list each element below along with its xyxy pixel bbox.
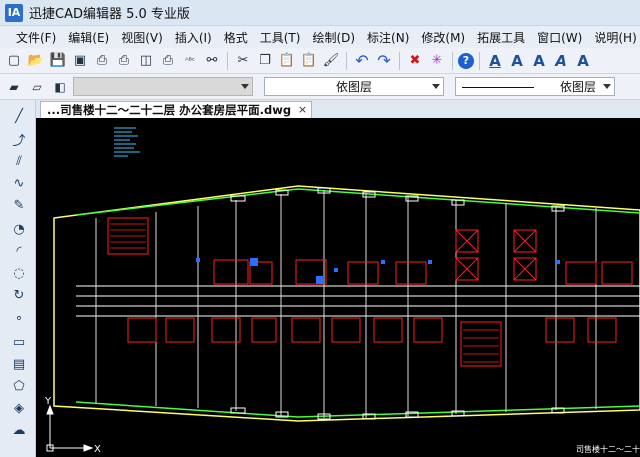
- layer-toolbar: ▰ ▱ ◧ 依图层 依图层: [0, 74, 640, 100]
- drawing-title: 司售楼十二～二十二层: [576, 444, 640, 454]
- chevron-down-icon: [603, 84, 611, 89]
- point-icon[interactable]: ∘: [8, 308, 30, 328]
- ucs-icon: [46, 404, 94, 452]
- document-tab[interactable]: ...司售楼十二～二十二层 办公套房层平面.dwg ×: [40, 101, 313, 118]
- arc-icon[interactable]: ◜: [8, 241, 30, 261]
- floor-plan-drawing: Y X 司售楼十二～二十二层: [44, 127, 640, 455]
- ellipse-icon[interactable]: ◌: [8, 263, 30, 283]
- menu-format[interactable]: 格式: [224, 29, 248, 46]
- chevron-down-icon: [432, 84, 440, 89]
- chevron-down-icon: [241, 84, 249, 89]
- standard-toolbar: ▢ 📂 💾 ▣ ⎙ ⎙ ◫ ⎙ ᴬᴮᶜ ⚯ ✂ ❐ 📋 📋 🖌 ↶ ↷ ✖ ✳ …: [0, 48, 640, 74]
- document-tab-strip: ...司售楼十二～二十二层 办公套房层平面.dwg ×: [36, 100, 640, 118]
- line-icon[interactable]: ╱: [8, 106, 30, 126]
- find-icon[interactable]: ⚯: [202, 51, 222, 71]
- spline-icon[interactable]: ∿: [8, 173, 30, 193]
- toolbar-separator: [479, 51, 480, 70]
- layer-state-icon[interactable]: ▱: [27, 77, 47, 97]
- print-setup-icon[interactable]: ⎙: [158, 51, 178, 71]
- freehand-icon[interactable]: ✎: [8, 195, 30, 215]
- linetype-sample: [462, 87, 534, 88]
- print-icon[interactable]: ⎙: [92, 51, 112, 71]
- print-preview-icon[interactable]: ⎙: [114, 51, 134, 71]
- text-edit-icon[interactable]: A: [529, 51, 549, 71]
- open-icon[interactable]: 📂: [26, 51, 46, 71]
- layer-combo[interactable]: [73, 77, 253, 96]
- rectangle-icon[interactable]: ▭: [8, 332, 30, 352]
- match-properties-icon[interactable]: 🖌: [321, 51, 341, 71]
- toolbar-separator: [227, 51, 228, 70]
- color-combo[interactable]: 依图层: [264, 77, 444, 96]
- help-icon[interactable]: ?: [458, 52, 474, 69]
- menu-help[interactable]: 说明(H): [594, 29, 636, 46]
- ucs-y-label: Y: [44, 396, 52, 407]
- menu-window[interactable]: 窗口(W): [537, 29, 582, 46]
- text-icon[interactable]: A: [485, 51, 505, 71]
- rotate-icon[interactable]: ↻: [8, 285, 30, 305]
- window-title: 迅捷CAD编辑器 5.0 专业版: [29, 7, 190, 22]
- undo-icon[interactable]: ↶: [352, 51, 372, 71]
- purge-icon[interactable]: ✳: [427, 51, 447, 71]
- south-facade: [75, 401, 640, 418]
- new-icon[interactable]: ▢: [4, 51, 24, 71]
- spellcheck-icon[interactable]: ᴬᴮᶜ: [180, 51, 200, 71]
- region-icon[interactable]: ◈: [8, 398, 30, 418]
- document-tab-label: ...司售楼十二～二十二层 办公套房层平面.dwg: [47, 103, 292, 117]
- menu-draw[interactable]: 绘制(D): [312, 29, 355, 46]
- app-logo-icon: IA: [5, 3, 23, 22]
- drawing-canvas[interactable]: Y X 司售楼十二～二十二层: [36, 118, 640, 457]
- copy-icon[interactable]: ❐: [255, 51, 275, 71]
- cut-icon[interactable]: ✂: [233, 51, 253, 71]
- toolbar-separator: [399, 51, 400, 70]
- menu-view[interactable]: 视图(V): [121, 29, 163, 46]
- toolbar-separator: [452, 51, 453, 70]
- close-icon[interactable]: ×: [298, 102, 307, 118]
- draw-toolbar: ╱ ⤴ ⫽ ∿ ✎ ◔ ◜ ◌ ↻ ∘ ▭ ▤ ⬠ ◈ ☁: [0, 100, 36, 457]
- delete-icon[interactable]: ✖: [405, 51, 425, 71]
- text-style-icon[interactable]: A: [551, 51, 571, 71]
- paste-icon[interactable]: 📋: [277, 51, 297, 71]
- menu-edit[interactable]: 编辑(E): [68, 29, 109, 46]
- title-bar: IA 迅捷CAD编辑器 5.0 专业版: [0, 0, 640, 26]
- corridor-walls: [76, 285, 640, 317]
- multiline-icon[interactable]: ⫽: [8, 151, 30, 171]
- linetype-combo-value: 依图层: [559, 80, 596, 94]
- toolbar-separator: [346, 51, 347, 70]
- text-bold-icon[interactable]: A: [507, 51, 527, 71]
- menu-modify[interactable]: 修改(M): [421, 29, 465, 46]
- menu-bar: 文件(F) 编辑(E) 视图(V) 插入(I) 格式 工具(T) 绘制(D) 标…: [0, 26, 640, 48]
- menu-file[interactable]: 文件(F): [16, 29, 56, 46]
- page-setup-icon[interactable]: ◫: [136, 51, 156, 71]
- elevator-shafts: [455, 229, 537, 281]
- building-outline: [53, 185, 640, 422]
- linetype-combo[interactable]: 依图层: [455, 77, 615, 96]
- upper-room-fixtures: [107, 217, 633, 285]
- lower-room-fixtures: [127, 317, 617, 367]
- layer-legend: [114, 127, 140, 157]
- save-as-icon[interactable]: ▣: [70, 51, 90, 71]
- menu-dimension[interactable]: 标注(N): [367, 29, 409, 46]
- polyline-icon[interactable]: ⤴: [8, 129, 30, 149]
- text-scale-icon[interactable]: A: [573, 51, 593, 71]
- layers-icon[interactable]: ▰: [4, 77, 24, 97]
- menu-tools[interactable]: 工具(T): [260, 29, 301, 46]
- layer-previous-icon[interactable]: ◧: [50, 77, 70, 97]
- redo-icon[interactable]: ↷: [374, 51, 394, 71]
- save-icon[interactable]: 💾: [48, 51, 68, 71]
- menu-extend-tools[interactable]: 拓展工具: [477, 29, 525, 46]
- partition-walls: [95, 190, 597, 418]
- revcloud-icon[interactable]: ☁: [8, 420, 30, 440]
- hatch-icon[interactable]: ▤: [8, 354, 30, 374]
- paste-special-icon[interactable]: 📋: [299, 51, 319, 71]
- circle-icon[interactable]: ◔: [8, 219, 30, 239]
- ucs-x-label: X: [94, 444, 101, 455]
- menu-insert[interactable]: 插入(I): [175, 29, 212, 46]
- color-combo-value: 依图层: [335, 80, 372, 94]
- polygon-icon[interactable]: ⬠: [8, 376, 30, 396]
- stair-hatch: [110, 223, 499, 363]
